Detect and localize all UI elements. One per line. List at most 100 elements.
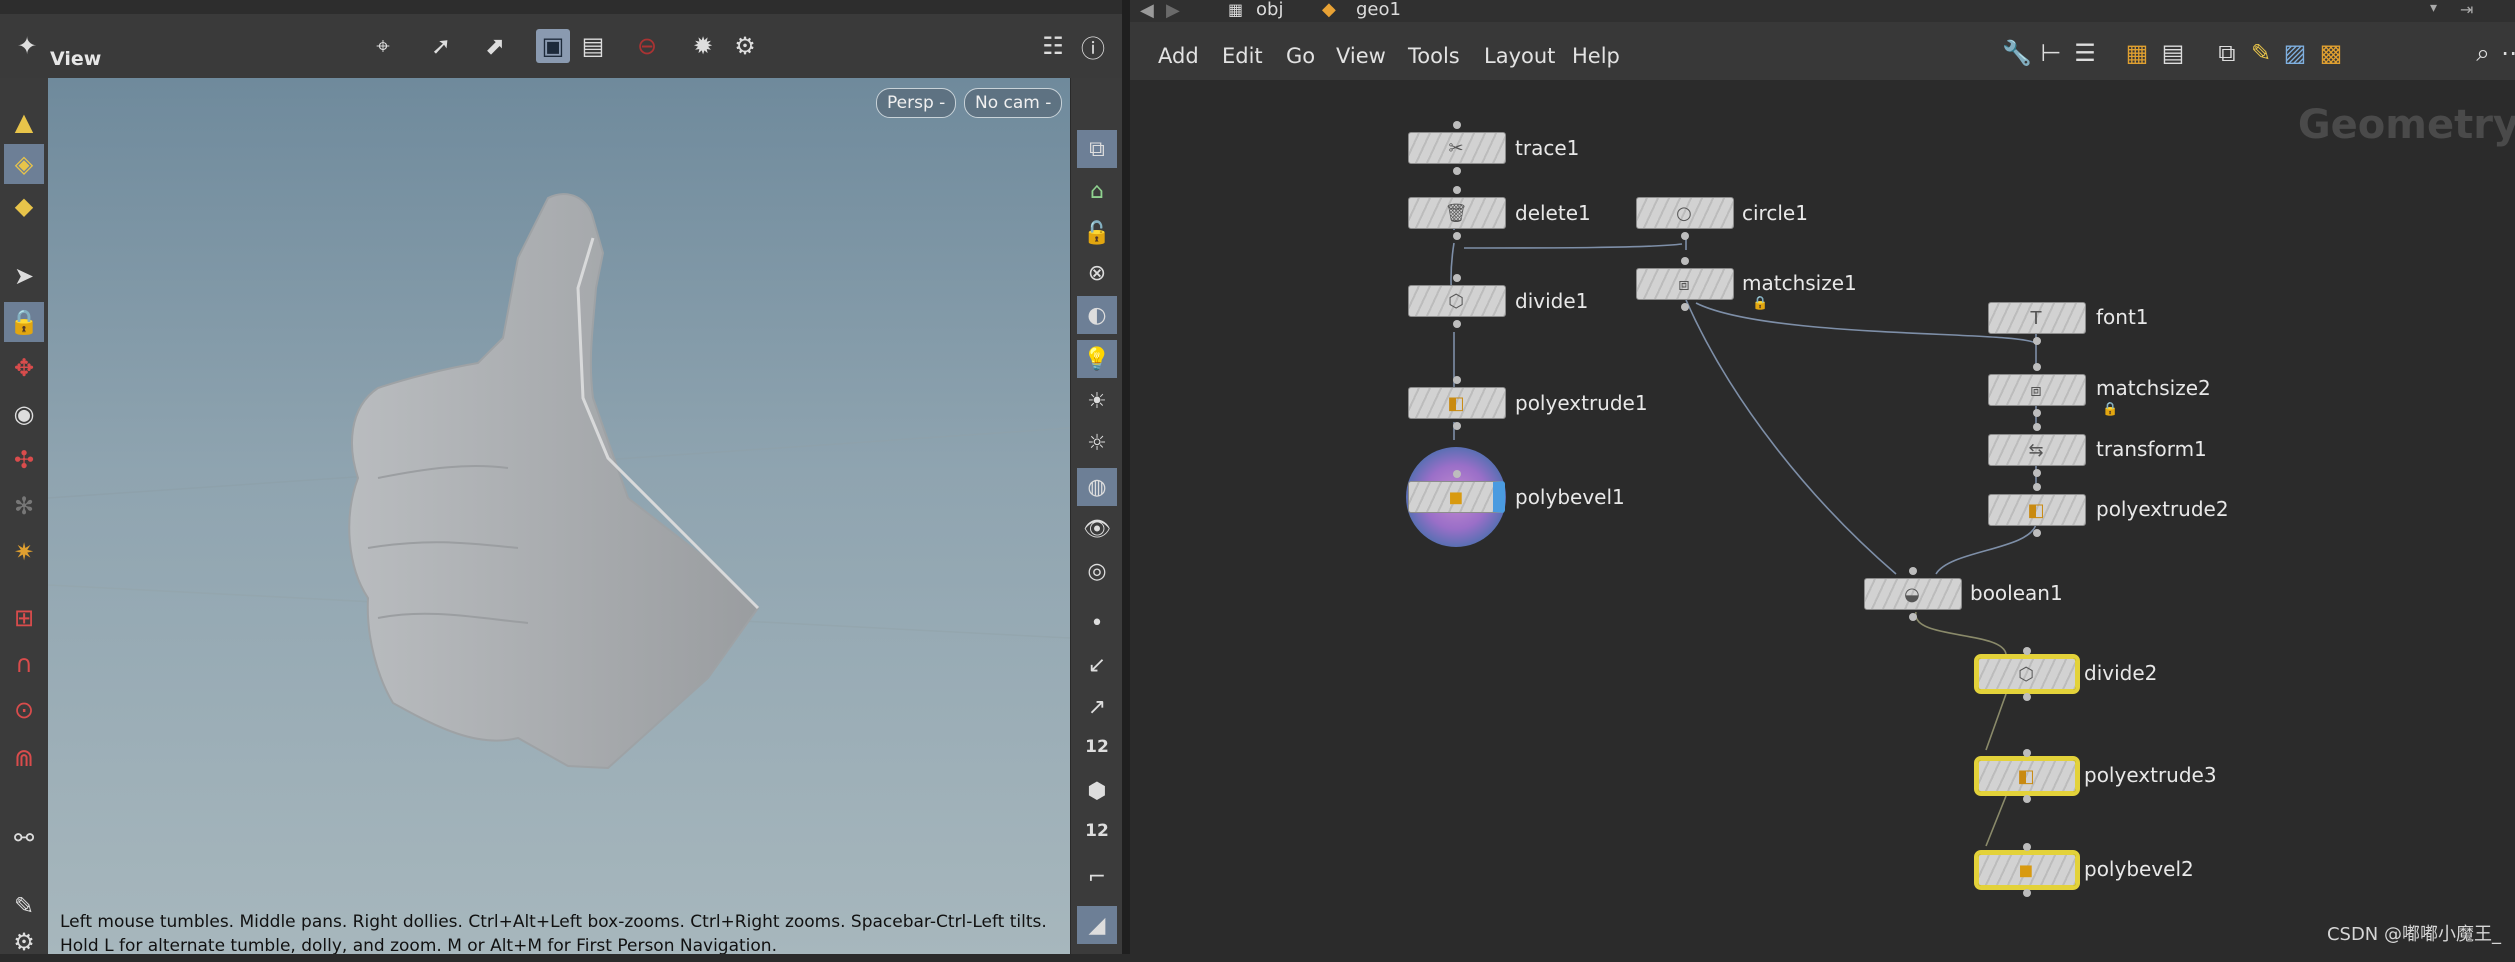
node-polybevel1[interactable]: ◼ <box>1408 470 1505 513</box>
input-port[interactable] <box>1453 274 1461 282</box>
camera-select-menu[interactable]: No cam - <box>964 88 1063 118</box>
3d-viewport[interactable]: Persp - No cam - Left mouse tumbles. Mid… <box>48 78 1070 954</box>
output-port[interactable] <box>2023 889 2031 897</box>
node-polyextrude3[interactable]: ◧ <box>1974 749 2080 803</box>
headlight-icon[interactable]: ☀ <box>1077 382 1117 420</box>
normal-display-icon[interactable]: ↙ <box>1077 646 1117 684</box>
output-port[interactable] <box>2033 337 2041 345</box>
guide-icon[interactable]: ⌂ <box>1077 172 1117 210</box>
node-polyextrude1[interactable]: ◧ <box>1408 376 1506 430</box>
options-icon[interactable]: ⋯ <box>2496 36 2515 70</box>
input-port[interactable] <box>2033 423 2041 431</box>
ghost-icon[interactable]: ◐ <box>1077 296 1117 334</box>
rotate-tool-icon[interactable]: ✣ <box>4 440 44 480</box>
input-port[interactable] <box>2033 363 2041 371</box>
render-settings-icon[interactable]: ⚙ <box>728 29 762 63</box>
shading-icon[interactable]: ◍ <box>1077 468 1117 506</box>
breadcrumb-obj[interactable]: obj <box>1256 0 1283 20</box>
point-snap-icon[interactable]: ⊙ <box>4 690 44 730</box>
shape-palette-icon[interactable]: ▤ <box>2156 36 2190 70</box>
camera-projection-menu[interactable]: Persp - <box>876 88 957 118</box>
profile-display-icon[interactable]: ⌐ <box>1077 858 1117 896</box>
node-boolean1[interactable]: ◒ <box>1864 567 1962 621</box>
node-delete1[interactable]: 🗑 <box>1408 186 1506 240</box>
output-port[interactable] <box>1453 232 1461 240</box>
object-mode-icon[interactable]: ▲ <box>4 102 44 142</box>
magnet-icon[interactable]: ⋒ <box>4 738 44 778</box>
menu-edit[interactable]: Edit <box>1222 44 1263 68</box>
forward-arrow-icon[interactable]: ▶ <box>1166 0 1180 21</box>
menu-add[interactable]: Add <box>1158 44 1199 68</box>
pin-icon[interactable]: ⇥ <box>2460 0 2473 19</box>
background-image-icon[interactable]: ▨ <box>2278 36 2312 70</box>
select-tool-icon[interactable]: ➤ <box>4 256 44 296</box>
node-polyextrude2[interactable]: ◧ <box>1988 483 2086 537</box>
wire-shade-icon[interactable]: ◢ <box>1077 906 1117 944</box>
display-options-icon[interactable]: ▤ <box>576 29 610 63</box>
secure-selection-icon[interactable]: ⬈ <box>478 29 512 63</box>
primitive-numbers-icon[interactable]: 12 <box>1077 812 1117 850</box>
node-polybevel2[interactable]: ◼ <box>1974 843 2080 897</box>
input-port[interactable] <box>2023 647 2031 655</box>
camera-tool-icon[interactable]: ⚯ <box>4 818 44 858</box>
output-port[interactable] <box>2023 693 2031 701</box>
list-view-icon[interactable]: ☰ <box>2068 36 2102 70</box>
color-palette-icon[interactable]: ▦ <box>2120 36 2154 70</box>
pose-tool-icon[interactable]: ✻ <box>4 486 44 526</box>
faces-mode-icon[interactable]: ◆ <box>4 186 44 226</box>
select-mode-icon[interactable]: ➚ <box>424 29 458 63</box>
curve-snap-icon[interactable]: ∩ <box>4 644 44 684</box>
menu-go[interactable]: Go <box>1286 44 1315 68</box>
help-icon[interactable]: ⓘ <box>1076 29 1110 63</box>
output-port[interactable] <box>1681 303 1689 311</box>
light-link-icon[interactable]: ☼ <box>1077 424 1117 462</box>
move-tool-icon[interactable]: ✥ <box>4 348 44 388</box>
layout-options-icon[interactable]: ☷ <box>1036 29 1070 63</box>
output-port[interactable] <box>1453 167 1461 175</box>
wrench-icon[interactable]: 🔧 <box>2000 36 2034 70</box>
remove-icon[interactable]: ⊗ <box>1077 254 1117 292</box>
pane-divider[interactable] <box>1122 0 1130 954</box>
network-editor[interactable]: Geometry ✂ trace1 🗑 delete1 ○ circle1 ⧈ … <box>1130 80 2515 954</box>
point-numbers-icon[interactable]: 12 <box>1077 728 1117 766</box>
node-transform1[interactable]: ⇆ <box>1988 423 2086 477</box>
stop-icon[interactable]: ⊖ <box>630 29 664 63</box>
subnet-icon[interactable]: ▩ <box>2314 36 2348 70</box>
point-display-icon[interactable]: • <box>1077 604 1117 642</box>
primitive-display-icon[interactable]: ⬢ <box>1077 772 1117 810</box>
visibility-icon[interactable]: 👁 <box>1077 510 1117 548</box>
camera-flash-icon[interactable]: ✹ <box>686 29 720 63</box>
output-port[interactable] <box>2023 795 2031 803</box>
output-port[interactable] <box>1453 320 1461 328</box>
node-circle1[interactable]: ○ <box>1636 197 1734 240</box>
input-port[interactable] <box>1453 376 1461 384</box>
background-icon[interactable]: ⧉ <box>1077 130 1117 168</box>
breadcrumb-geo[interactable]: geo1 <box>1356 0 1401 20</box>
node-divide2[interactable]: ⬡ <box>1974 647 2080 701</box>
handle-tool-icon[interactable]: ✷ <box>4 532 44 572</box>
input-port[interactable] <box>2033 483 2041 491</box>
output-port[interactable] <box>1453 422 1461 430</box>
input-port[interactable] <box>1453 121 1461 129</box>
output-port[interactable] <box>1909 613 1917 621</box>
menu-layout[interactable]: Layout <box>1484 44 1555 68</box>
output-port[interactable] <box>2033 409 2041 417</box>
output-port[interactable] <box>2033 529 2041 537</box>
points-mode-icon[interactable]: ◈ <box>4 144 44 184</box>
grid-snap-icon[interactable]: ⊞ <box>4 598 44 638</box>
input-port[interactable] <box>1681 257 1689 265</box>
input-port[interactable] <box>2023 843 2031 851</box>
path-dropdown-icon[interactable]: ▾ <box>2430 0 2437 16</box>
notes-tool-icon[interactable]: ✎ <box>4 886 44 926</box>
input-port[interactable] <box>1909 567 1917 575</box>
tree-view-icon[interactable]: ⊢ <box>2034 36 2068 70</box>
quickshade-icon[interactable]: ▣ <box>536 29 570 63</box>
menu-view[interactable]: View <box>1336 44 1386 68</box>
input-port[interactable] <box>1453 470 1461 478</box>
visibility-filter-icon[interactable]: ◎ <box>1077 552 1117 590</box>
network-box-icon[interactable]: ⧉ <box>2210 36 2244 70</box>
output-port[interactable] <box>2033 469 2041 477</box>
node-matchsize2[interactable]: ⧈ <box>1988 363 2086 417</box>
node-divide1[interactable]: ⬡ <box>1408 274 1506 328</box>
node-trace1[interactable]: ✂ <box>1408 121 1506 175</box>
